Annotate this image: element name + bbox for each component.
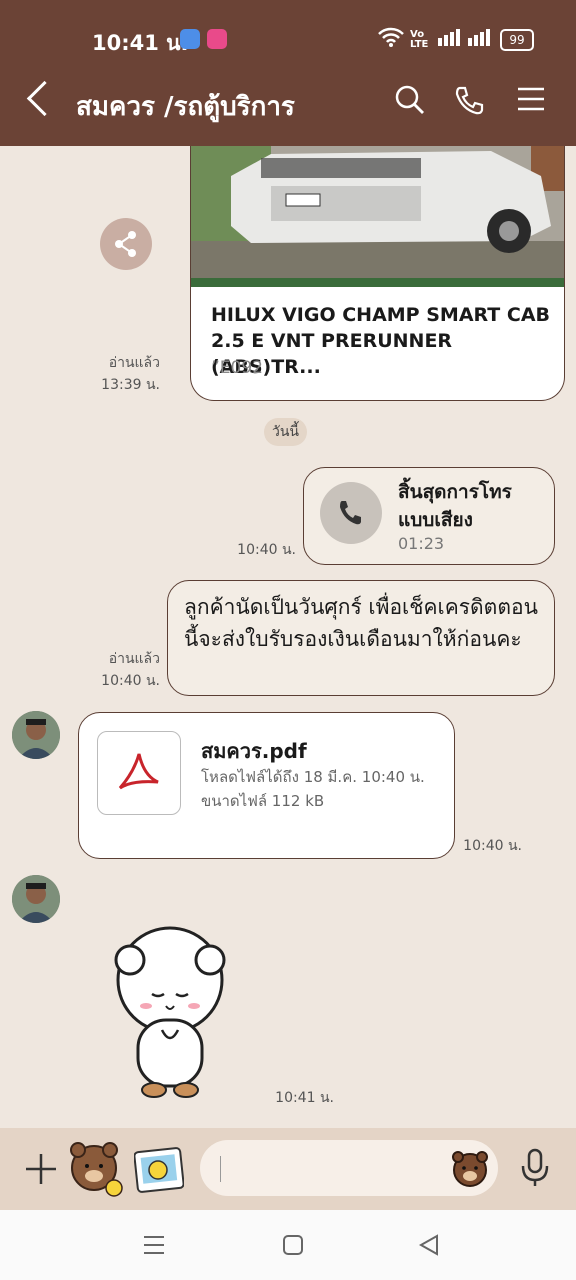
share-button[interactable] <box>100 218 152 270</box>
photo-sticker-icon[interactable] <box>133 1146 185 1198</box>
system-navigation-bar <box>0 1210 576 1280</box>
recent-apps-icon[interactable] <box>143 1234 165 1260</box>
battery-icon: 99 <box>500 29 534 51</box>
file-expiry: โหลดไฟล์ได้ถึง 18 มี.ค. 10:40 น. <box>201 768 425 786</box>
card-subtitle: ”E092 <box>211 358 263 378</box>
message-text: ลูกค้านัดเป็นวันศุกร์ เพื่อเช็คเครดิตตอน… <box>184 595 538 651</box>
call-status-text: สิ้นสุดการโทรแบบเสียง <box>398 481 512 531</box>
app-header: 10:41 น. Vo LTE 99 สมควร /รถตู้บริการ <box>0 0 576 146</box>
back-icon[interactable] <box>26 80 63 117</box>
app-notification-icon <box>180 29 200 49</box>
date-separator: วันนี้ <box>264 418 308 446</box>
sticker-icon[interactable] <box>68 1140 124 1202</box>
pdf-file-icon <box>97 731 181 815</box>
avatar[interactable] <box>12 711 60 759</box>
text-caret <box>220 1156 221 1182</box>
home-icon[interactable] <box>282 1234 304 1260</box>
link-preview-card[interactable]: HILUX VIGO CHAMP SMART CAB 2.5 E VNT PRE… <box>190 146 565 401</box>
emoji-icon[interactable] <box>450 1148 490 1192</box>
plus-icon[interactable] <box>24 1152 58 1190</box>
nav-back-icon[interactable] <box>418 1234 440 1260</box>
app-notification-icon <box>207 29 227 49</box>
message-time: 10:40 น. <box>237 542 296 558</box>
search-icon[interactable] <box>394 84 426 116</box>
text-message-bubble[interactable]: ลูกค้านัดเป็นวันศุกร์ เพื่อเช็คเครดิตตอน… <box>167 580 555 696</box>
phone-icon[interactable] <box>454 84 486 116</box>
file-size: ขนาดไฟล์ 112 kB <box>201 792 325 810</box>
wifi-icon <box>378 26 404 53</box>
read-receipt: อ่านแล้ว <box>108 651 160 667</box>
voice-call-bubble[interactable]: สิ้นสุดการโทรแบบเสียง 01:23 <box>303 467 555 565</box>
sticker-image[interactable] <box>108 920 232 1100</box>
card-meta: อ่านแล้ว 13:39 น. <box>96 352 160 396</box>
file-message-bubble[interactable]: สมควร.pdf โหลดไฟล์ได้ถึง 18 มี.ค. 10:40 … <box>78 712 455 859</box>
message-time: 10:40 น. <box>101 673 160 689</box>
vehicle-image <box>191 146 564 287</box>
message-time: 13:39 น. <box>101 377 160 393</box>
file-name: สมควร.pdf <box>201 739 307 763</box>
file-download-info: โหลดไฟล์ได้ถึง 18 มี.ค. 10:40 น. ขนาดไฟล… <box>201 765 441 813</box>
message-input-bar <box>0 1128 576 1210</box>
message-time: 10:41 น. <box>275 1090 334 1106</box>
chat-title: สมควร /รถตู้บริการ <box>76 92 295 122</box>
call-duration: 01:23 <box>398 534 445 553</box>
volte-icon: Vo LTE <box>410 29 429 50</box>
message-input[interactable] <box>200 1140 498 1196</box>
read-receipt: อ่านแล้ว <box>108 355 160 371</box>
message-meta: อ่านแล้ว 10:40 น. <box>96 648 160 692</box>
menu-icon[interactable] <box>516 84 548 116</box>
message-time: 10:40 น. <box>463 838 522 854</box>
microphone-icon[interactable] <box>520 1148 550 1192</box>
phone-icon <box>320 482 382 544</box>
avatar[interactable] <box>12 875 60 923</box>
status-time: 10:41 น. <box>92 31 189 55</box>
signal-icon <box>438 28 492 50</box>
